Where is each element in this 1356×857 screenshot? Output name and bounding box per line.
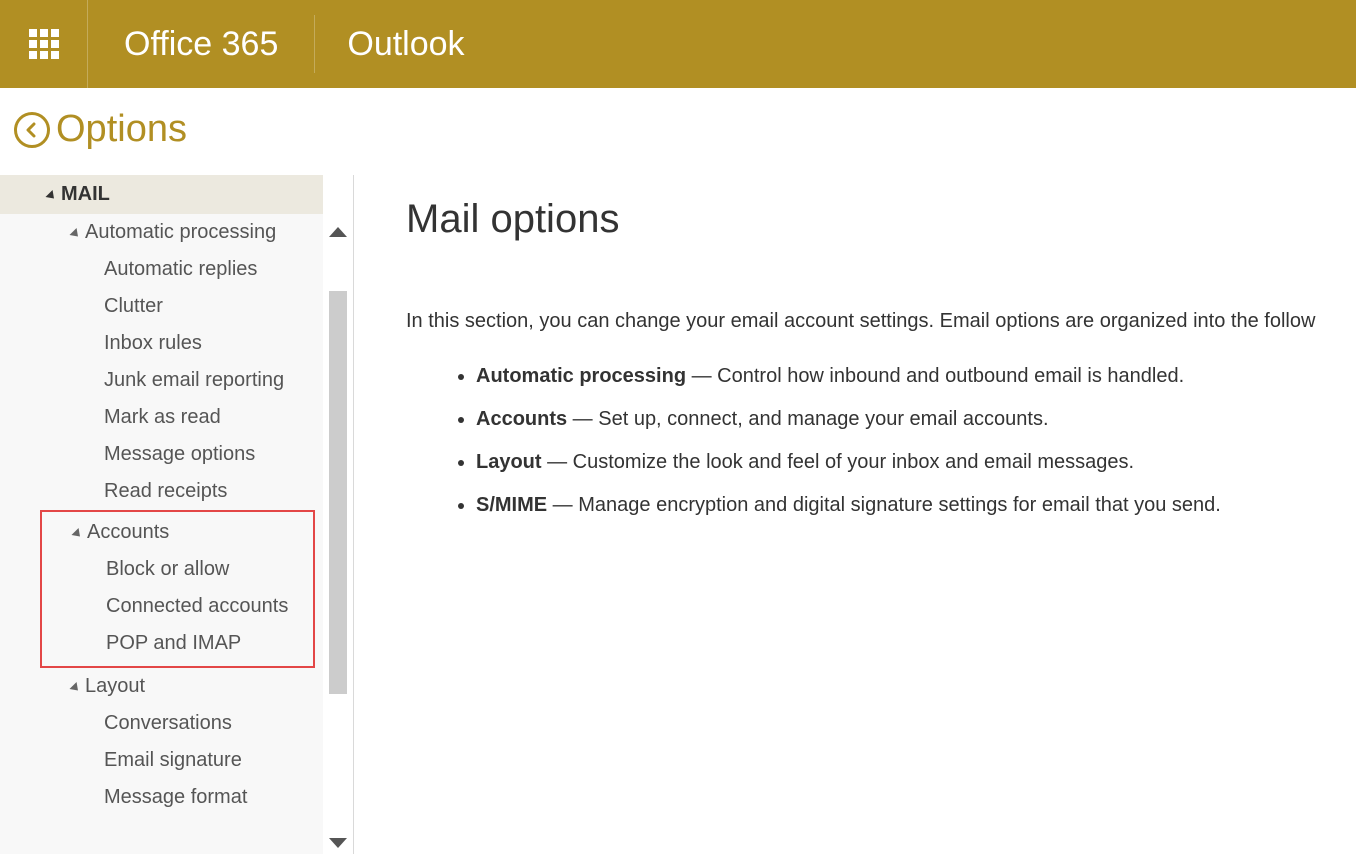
list-item: Automatic processing — Control how inbou… (476, 355, 1356, 398)
back-to-options-button[interactable]: Options (0, 88, 1356, 175)
tree-section-label: Accounts (87, 521, 169, 544)
tree-category-label: MAIL (61, 183, 110, 206)
tree-item-message-options[interactable]: Message options (0, 436, 323, 473)
page-title: Mail options (406, 197, 1356, 242)
sidebar-scrollbar[interactable] (323, 175, 353, 854)
options-title: Options (56, 108, 187, 151)
tree-item-pop-and-imap[interactable]: POP and IMAP (42, 625, 313, 662)
scroll-down-icon[interactable] (329, 838, 347, 848)
options-bullet-list: Automatic processing — Control how inbou… (406, 355, 1356, 527)
list-item: S/MIME — Manage encryption and digital s… (476, 484, 1356, 527)
sidebar: MAIL Automatic processing Automatic repl… (0, 175, 354, 854)
tree-item-automatic-replies[interactable]: Automatic replies (0, 251, 323, 288)
tree-section-layout[interactable]: Layout (0, 668, 323, 705)
tree-item-clutter[interactable]: Clutter (0, 288, 323, 325)
highlight-accounts-section: Accounts Block or allow Connected accoun… (40, 510, 315, 668)
caret-icon (69, 681, 81, 693)
tree-item-mark-as-read[interactable]: Mark as read (0, 399, 323, 436)
scroll-up-icon[interactable] (329, 227, 347, 237)
tree-item-block-or-allow[interactable]: Block or allow (42, 551, 313, 588)
tree-item-connected-accounts[interactable]: Connected accounts (42, 588, 313, 625)
intro-text: In this section, you can change your ema… (406, 310, 1356, 333)
tree-item-inbox-rules[interactable]: Inbox rules (0, 325, 323, 362)
tree-item-message-format[interactable]: Message format (0, 779, 323, 816)
tree-item-email-signature[interactable]: Email signature (0, 742, 323, 779)
caret-icon (45, 189, 57, 201)
list-item: Accounts — Set up, connect, and manage y… (476, 398, 1356, 441)
tree-category-mail[interactable]: MAIL (0, 175, 323, 214)
tree-section-accounts[interactable]: Accounts (42, 514, 313, 551)
tree-section-label: Layout (85, 675, 145, 698)
app-name-label[interactable]: Outlook (315, 25, 496, 64)
caret-icon (71, 527, 83, 539)
tree-section-automatic-processing[interactable]: Automatic processing (0, 214, 323, 251)
tree-item-conversations[interactable]: Conversations (0, 705, 323, 742)
caret-icon (69, 227, 81, 239)
waffle-icon (29, 29, 59, 59)
app-launcher-button[interactable] (0, 0, 88, 88)
app-header: Office 365 Outlook (0, 0, 1356, 88)
tree-section-label: Automatic processing (85, 221, 276, 244)
brand-label[interactable]: Office 365 (88, 15, 315, 73)
tree-item-read-receipts[interactable]: Read receipts (0, 473, 323, 510)
scroll-thumb[interactable] (329, 291, 347, 694)
back-arrow-icon (14, 112, 50, 148)
list-item: Layout — Customize the look and feel of … (476, 441, 1356, 484)
tree-item-junk-email-reporting[interactable]: Junk email reporting (0, 362, 323, 399)
main-content: Mail options In this section, you can ch… (354, 175, 1356, 854)
